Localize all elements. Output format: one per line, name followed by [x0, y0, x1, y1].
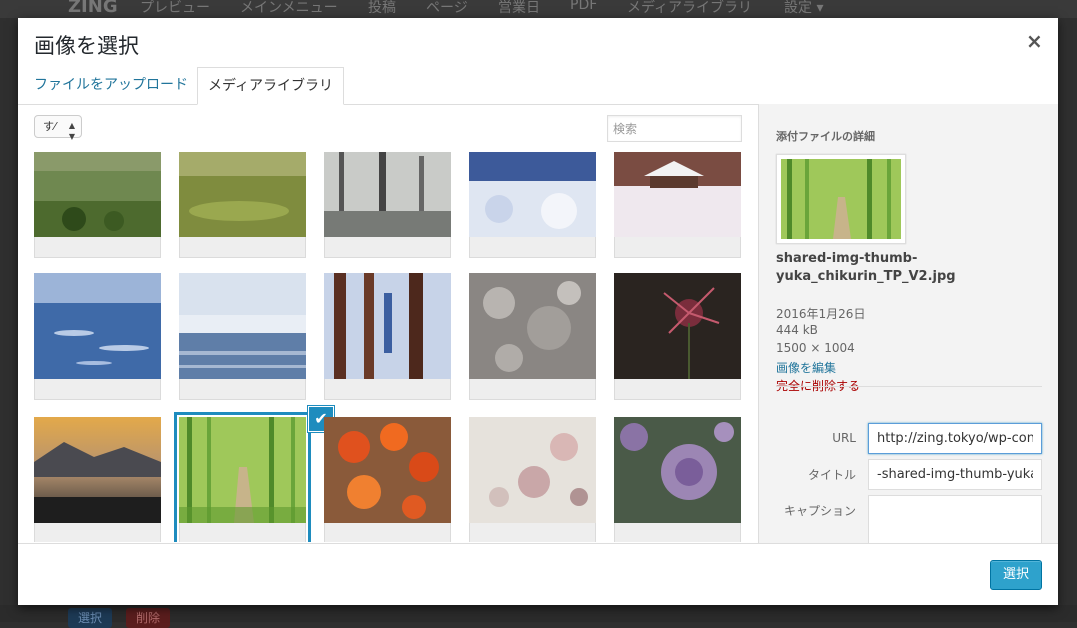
select-button[interactable]: 選択: [990, 560, 1042, 590]
caption-label: キャプション: [783, 504, 856, 518]
preview-bamboo-forest: [781, 159, 901, 239]
nav-item-main-menu: メインメニュー: [240, 0, 338, 16]
thumbnail-misty-dawn: [34, 417, 161, 523]
thumbnail-frozen-lake: [34, 273, 161, 379]
url-field[interactable]: [868, 423, 1042, 454]
close-icon[interactable]: ×: [1026, 31, 1043, 51]
attachment-details-sidebar: 添付ファイルの詳細 shared-img-thumb-yuka_chikurin…: [758, 104, 1058, 557]
nav-item-preview: プレビュー: [140, 0, 210, 16]
site-logo: ZING: [68, 0, 118, 17]
background-select-button: 選択: [68, 608, 113, 628]
media-item[interactable]: [179, 152, 306, 258]
media-item[interactable]: [34, 273, 161, 400]
nav-item-settings: 設定 ▾: [784, 0, 824, 16]
edit-image-link[interactable]: 画像を編集: [776, 359, 836, 376]
title-label: タイトル: [807, 468, 856, 482]
admin-nav-bar: ZING プレビュー メインメニュー 投稿 ページ 営業日 PDF メディアライ…: [0, 0, 1077, 18]
nav-item-media-library: メディアライブラリ: [627, 0, 753, 16]
media-item[interactable]: [469, 417, 596, 542]
media-filter-select[interactable]: す⁄ ▲ ▼: [34, 115, 82, 141]
thumbnail-snow-cabin: [614, 152, 741, 237]
url-label: URL: [832, 431, 856, 445]
thumbnail-snow-ground: [469, 273, 596, 379]
attachments-grid: ✔: [18, 152, 758, 542]
attachment-file-size: 444 kB: [776, 323, 818, 337]
tab-media-library[interactable]: メディアライブラリ: [197, 67, 345, 105]
media-item[interactable]: [179, 273, 306, 400]
thumbnail-snow-forest: [324, 273, 451, 379]
media-modal: 画像を選択 × ファイルをアップロード メディアライブラリ す⁄ ▲ ▼ 検索 …: [18, 18, 1058, 605]
attachment-details-heading: 添付ファイルの詳細: [776, 130, 875, 143]
attachment-preview: [776, 154, 906, 244]
thumbnail-purple-roses: [614, 417, 741, 523]
tab-upload-files[interactable]: ファイルをアップロード: [24, 67, 198, 103]
thumbnail-snowy-trees: [469, 152, 596, 237]
media-search-input[interactable]: [607, 115, 742, 142]
media-item[interactable]: [324, 152, 451, 258]
thumbnail-hills-sunset: [34, 152, 161, 237]
thumbnail-bamboo-forest: [179, 417, 306, 523]
nav-item-pdf: PDF: [570, 0, 598, 13]
title-field[interactable]: [868, 459, 1042, 490]
attachment-filename: shared-img-thumb-yuka_chikurin_TP_V2.jpg: [776, 251, 956, 284]
attachment-dimensions: 1500 × 1004: [776, 341, 855, 355]
media-item[interactable]: [469, 152, 596, 258]
media-item[interactable]: [614, 417, 741, 542]
thumbnail-misty-forest: [324, 152, 451, 237]
modal-footer: 選択: [18, 543, 1058, 605]
modal-tabs: ファイルをアップロード メディアライブラリ: [18, 67, 1058, 105]
thumbnail-red-spider-lily: [614, 273, 741, 379]
media-item[interactable]: [324, 417, 451, 542]
media-item-selected[interactable]: [174, 412, 311, 542]
background-delete-button: 削除: [126, 608, 171, 628]
sidebar-divider: [776, 386, 1042, 387]
thumbnail-pink-roses: [469, 417, 596, 523]
thumbnail-autumn-maple: [324, 417, 451, 523]
media-item[interactable]: [614, 152, 741, 258]
select-arrows-icon: ▲ ▼: [68, 121, 75, 141]
thumbnail-snowy-river: [179, 273, 306, 379]
nav-item-pages: ページ: [426, 0, 468, 16]
thumbnail-green-grassland: [179, 152, 306, 237]
media-item[interactable]: [34, 152, 161, 258]
media-item[interactable]: [324, 273, 451, 400]
nav-item-posts: 投稿: [368, 0, 396, 16]
attachment-date: 2016年1月26日: [776, 307, 866, 321]
media-filter-value: す⁄: [43, 120, 56, 133]
media-item[interactable]: [614, 273, 741, 400]
modal-title: 画像を選択: [34, 34, 139, 58]
nav-item-business-days: 営業日: [498, 0, 540, 16]
media-item[interactable]: [34, 417, 161, 542]
media-item[interactable]: [469, 273, 596, 400]
